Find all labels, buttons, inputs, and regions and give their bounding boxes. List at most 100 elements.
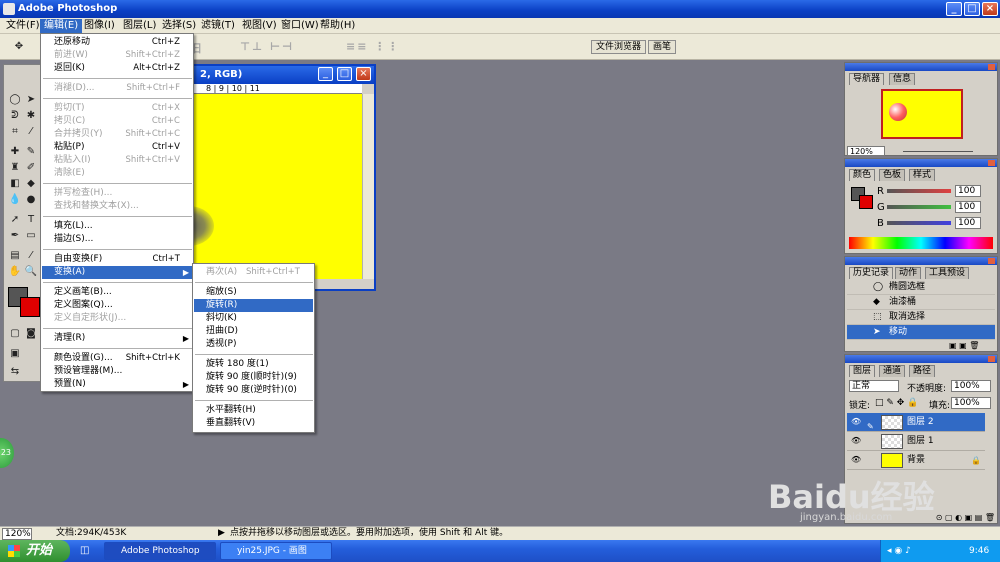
r-field[interactable]: 100 [955, 185, 981, 197]
tab-swatches[interactable]: 色板 [879, 169, 906, 181]
edit-menu-item[interactable]: 自由变换(F) Ctrl+T [42, 253, 192, 266]
navigator-zoom-slider[interactable] [903, 151, 973, 152]
doc-size[interactable]: 文档:294K/453K [56, 527, 126, 540]
history-item[interactable]: ◯ 椭圆选框 [847, 280, 995, 295]
panel-close-icon[interactable] [988, 258, 995, 264]
tab-history[interactable]: 历史记录 [849, 267, 894, 279]
shape-tool-icon[interactable]: ▭ [24, 229, 38, 243]
jump-to-imageready-icon[interactable]: ⇆ [8, 365, 22, 379]
background-color-swatch[interactable] [20, 297, 40, 317]
edit-menu-item[interactable]: 变换(A) ▶ [42, 266, 192, 279]
hand-tool-icon[interactable]: ✋ [8, 265, 22, 279]
tab-channels[interactable]: 通道 [879, 365, 906, 377]
tray-icons[interactable]: ◂ ◉ ♪ [887, 540, 911, 562]
magic-wand-icon[interactable]: ✱ [24, 109, 38, 123]
brushes-tab[interactable]: 画笔 [648, 40, 677, 54]
tab-tool-presets[interactable]: 工具预设 [925, 267, 970, 279]
move-tool-icon[interactable]: ➤ [24, 93, 38, 107]
doc-close-button[interactable]: × [356, 67, 371, 81]
lasso-tool-icon[interactable]: ᕲ [8, 109, 22, 123]
edit-menu-item[interactable]: 颜色设置(G)... Shift+Ctrl+K [42, 352, 192, 365]
move-tool-preset-icon[interactable]: ✥ [12, 40, 26, 54]
slice-tool-icon[interactable]: ⁄ [24, 125, 38, 139]
history-item[interactable]: ◆ 油漆桶 [847, 295, 995, 310]
maximize-button[interactable]: □ [964, 2, 980, 16]
transform-menu-item[interactable]: 旋转 180 度(1) [194, 358, 313, 371]
transform-menu-item[interactable]: 旋转 90 度(顺时针)(9) [194, 371, 313, 384]
edit-menu-item[interactable]: 定义图案(Q)... [42, 299, 192, 312]
edit-menu-item[interactable]: 定义画笔(B)... [42, 286, 192, 299]
r-slider[interactable] [887, 189, 951, 193]
layer-row[interactable]: 👁 ✎ 图层 2 [847, 413, 985, 432]
menu-view[interactable]: 视图(V) [238, 19, 281, 33]
history-item-selected[interactable]: ➤ 移动 [847, 325, 995, 340]
blend-mode-select[interactable]: 正常 [849, 380, 899, 392]
vertical-scrollbar[interactable] [362, 94, 374, 279]
panel-close-icon[interactable] [988, 356, 995, 362]
layer-row[interactable]: 👁 图层 1 [847, 432, 985, 451]
tab-paths[interactable]: 路径 [909, 365, 936, 377]
status-zoom-field[interactable]: 120% [2, 528, 32, 540]
blur-tool-icon[interactable]: 💧 [8, 193, 22, 207]
clone-stamp-icon[interactable]: ♜ [8, 161, 22, 175]
tab-color[interactable]: 颜色 [849, 169, 876, 181]
tab-navigator[interactable]: 导航器 [849, 73, 885, 85]
g-field[interactable]: 100 [955, 201, 981, 213]
doc-maximize-button[interactable]: □ [337, 67, 352, 81]
path-selection-icon[interactable]: ➚ [8, 213, 22, 227]
menu-image[interactable]: 图像(I) [80, 19, 119, 33]
healing-brush-icon[interactable]: ✚ [8, 145, 22, 159]
b-slider[interactable] [887, 221, 951, 225]
history-item[interactable]: ⬚ 取消选择 [847, 310, 995, 325]
minimize-button[interactable]: _ [946, 2, 962, 16]
eyedropper-icon[interactable]: ⁄ [24, 249, 38, 263]
screen-mode-icon[interactable]: ▣ [8, 347, 22, 361]
edit-menu-item[interactable]: 预置(N) ▶ [42, 378, 192, 391]
file-browser-tab[interactable]: 文件浏览器 [591, 40, 647, 54]
notes-tool-icon[interactable]: ▤ [8, 249, 22, 263]
edit-menu-item[interactable]: 清理(R) ▶ [42, 332, 192, 345]
transform-menu-item[interactable]: 垂直翻转(V) [194, 417, 313, 430]
menu-filter[interactable]: 滤镜(T) [197, 19, 239, 33]
b-field[interactable]: 100 [955, 217, 981, 229]
fill-field[interactable]: 100% [951, 397, 991, 409]
paint-bucket-icon[interactable]: ◆ [24, 177, 38, 191]
history-buttons[interactable]: ▣ ▣ 🗑 [949, 341, 995, 351]
menu-file[interactable]: 文件(F) [2, 19, 44, 33]
tab-styles[interactable]: 样式 [909, 169, 936, 181]
transform-menu-item[interactable]: 斜切(K) [194, 312, 313, 325]
eraser-tool-icon[interactable]: ◧ [8, 177, 22, 191]
crop-tool-icon[interactable]: ⌗ [8, 125, 22, 139]
pen-tool-icon[interactable]: ✒ [8, 229, 22, 243]
edit-menu-item[interactable]: 返回(K) Alt+Ctrl+Z [42, 62, 192, 75]
close-button[interactable]: × [982, 2, 998, 16]
transform-menu-item[interactable]: 透视(P) [194, 338, 313, 351]
navigator-zoom-field[interactable]: 120% [847, 146, 885, 156]
transform-menu-item[interactable]: 缩放(S) [194, 286, 313, 299]
standard-mode-icon[interactable]: ▢ [8, 327, 22, 341]
panel-close-icon[interactable] [988, 64, 995, 70]
task-paint[interactable]: yin25.JPG - 画图 [220, 542, 332, 560]
g-slider[interactable] [887, 205, 951, 209]
eye-icon[interactable]: 👁 [851, 455, 861, 465]
color-ramp[interactable] [849, 237, 993, 249]
edit-menu-item[interactable]: 粘贴(P) Ctrl+V [42, 141, 192, 154]
navigator-thumbnail[interactable] [881, 89, 963, 139]
tab-info[interactable]: 信息 [889, 73, 916, 85]
opacity-field[interactable]: 100% [951, 380, 991, 392]
transform-menu-item[interactable]: 水平翻转(H) [194, 404, 313, 417]
task-photoshop[interactable]: Adobe Photoshop [104, 542, 216, 560]
menu-help[interactable]: 帮助(H) [316, 19, 359, 33]
transform-menu-item[interactable]: 扭曲(D) [194, 325, 313, 338]
transform-menu-item[interactable]: 旋转(R) [194, 299, 313, 312]
quick-mask-icon[interactable]: ◙ [24, 327, 38, 341]
menu-select[interactable]: 选择(S) [158, 19, 200, 33]
tab-layers[interactable]: 图层 [849, 365, 876, 377]
type-tool-icon[interactable]: T [24, 213, 38, 227]
zoom-tool-icon[interactable]: 🔍 [24, 265, 38, 279]
panel-close-icon[interactable] [988, 160, 995, 166]
eye-icon[interactable]: 👁 [851, 417, 861, 427]
edit-menu-item[interactable]: 预设管理器(M)... [42, 365, 192, 378]
marquee-tool-icon[interactable]: ◯ [8, 93, 22, 107]
tab-actions[interactable]: 动作 [895, 267, 922, 279]
